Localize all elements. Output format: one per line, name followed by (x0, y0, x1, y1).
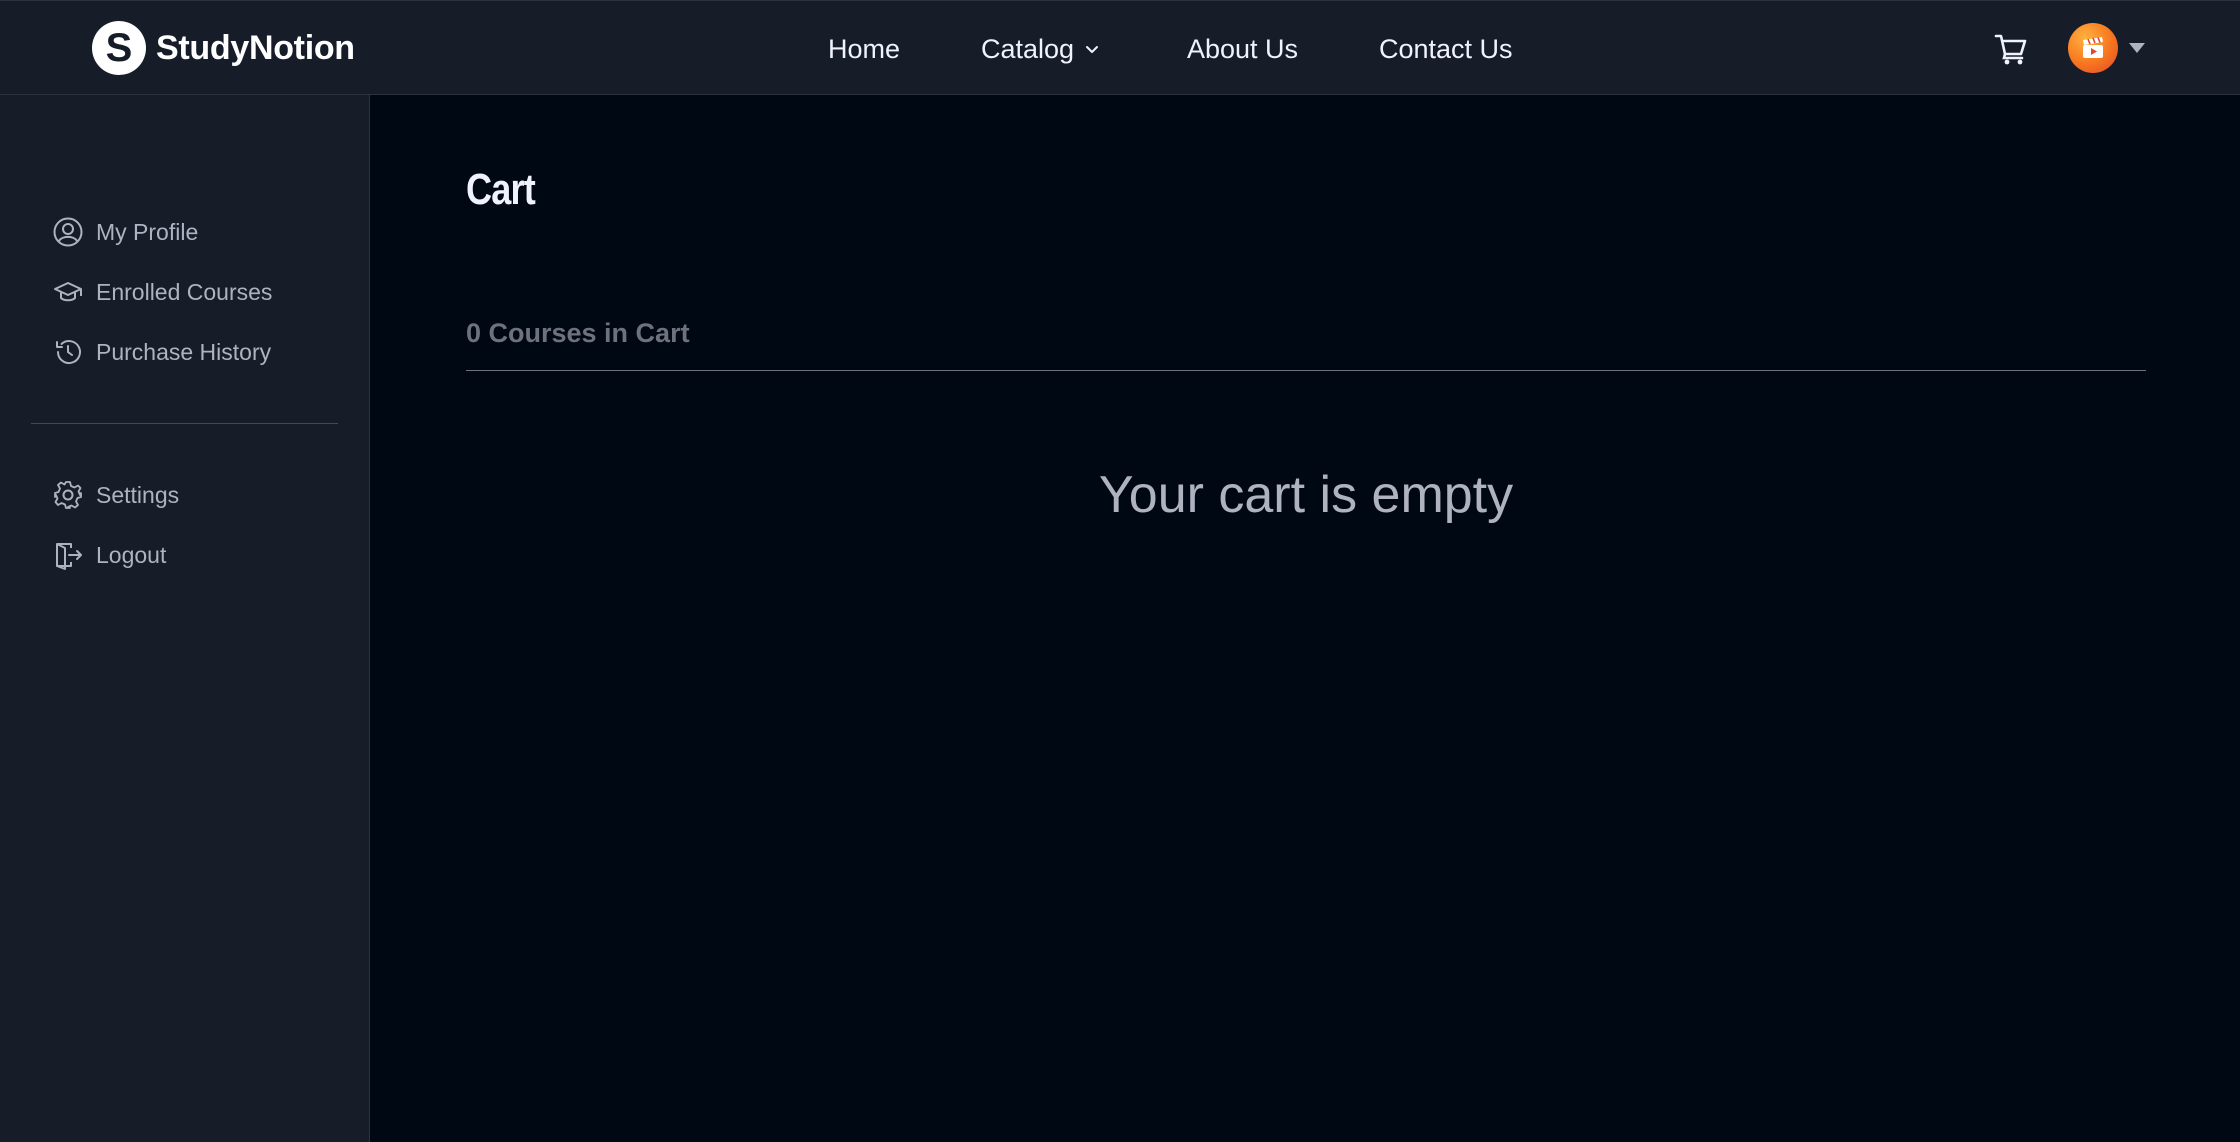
history-icon (56, 340, 81, 365)
nav-catalog-label: Catalog (981, 34, 1075, 64)
avatar[interactable] (2068, 23, 2118, 73)
nav-about-label: About Us (1187, 34, 1299, 64)
page-title: Cart (466, 165, 536, 214)
nav-contact-link[interactable]: Contact Us (1379, 29, 1513, 69)
main-nav: Home Catalog About Us Contact Us (0, 29, 2240, 69)
top-navbar: S StudyNotion Home Catalog About Us Cont… (0, 0, 2240, 95)
nav-catalog-link[interactable]: Catalog (981, 29, 1100, 69)
cart-divider (466, 370, 2146, 371)
empty-cart-message: Your cart is empty (1098, 466, 1514, 524)
chevron-down-icon (1086, 46, 1099, 53)
sidebar-divider (31, 423, 338, 424)
clapperboard-icon (2083, 37, 2103, 58)
nav-home-link[interactable]: Home (828, 29, 900, 69)
gear-icon (54, 481, 82, 509)
cart-icon[interactable] (1993, 31, 2029, 67)
sidebar-item-label: My Profile (96, 218, 199, 245)
sidebar-item-label: Enrolled Courses (96, 278, 273, 305)
nav-contact-label: Contact Us (1379, 34, 1513, 64)
cart-count-text: 0 Courses in Cart (466, 318, 690, 348)
sidebar-item-purchase-history[interactable]: Purchase History (52, 332, 271, 372)
sidebar-item-my-profile[interactable]: My Profile (52, 212, 198, 252)
nav-home-label: Home (828, 34, 901, 64)
sidebar-item-settings[interactable]: Settings (52, 475, 179, 515)
sidebar-item-enrolled-courses[interactable]: Enrolled Courses (52, 272, 272, 312)
cart-page: Cart 0 Courses in Cart Your cart is empt… (370, 95, 2240, 1142)
nav-about-link[interactable]: About Us (1187, 29, 1298, 69)
sidebar-item-logout[interactable]: Logout (52, 535, 166, 575)
dashboard-sidebar: My Profile Enrolled Courses Purchase His… (0, 95, 370, 1142)
caret-down-icon[interactable] (2128, 41, 2146, 55)
sidebar-item-label: Settings (96, 481, 180, 508)
logout-icon (56, 543, 82, 570)
sidebar-item-label: Logout (96, 541, 167, 568)
graduation-cap-icon (54, 282, 82, 302)
user-circle-icon (53, 217, 83, 247)
sidebar-item-label: Purchase History (96, 338, 272, 365)
